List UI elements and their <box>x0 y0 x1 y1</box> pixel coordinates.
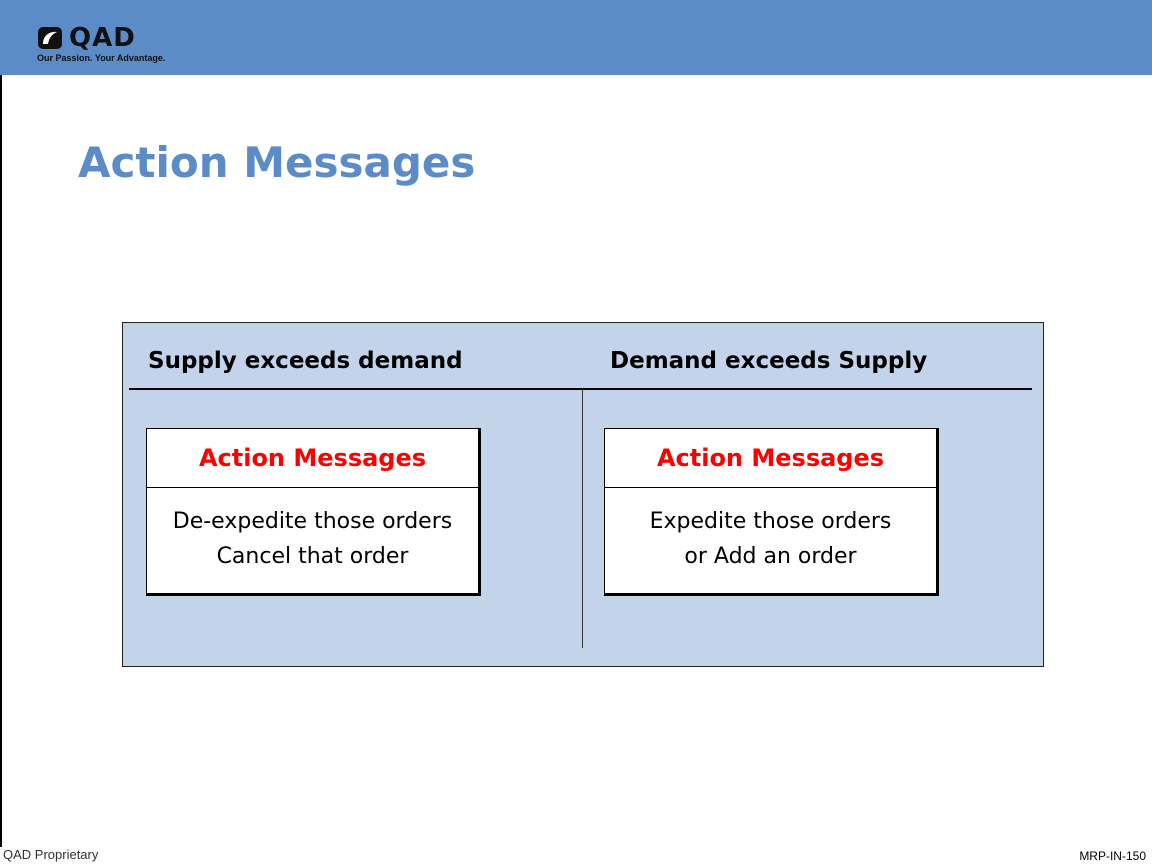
slide: QAD Our Passion. Your Advantage. Action … <box>0 0 1152 865</box>
header-bar: QAD Our Passion. Your Advantage. <box>0 0 1152 75</box>
left-border-rule <box>0 0 2 847</box>
action-messages-box-body: De-expedite those orders Cancel that ord… <box>147 488 478 574</box>
slide-title: Action Messages <box>78 138 476 187</box>
action-messages-box-supply: Action Messages De-expedite those orders… <box>146 428 481 596</box>
action-messages-box-demand: Action Messages Expedite those orders or… <box>604 428 939 596</box>
action-message-line: Cancel that order <box>216 544 409 569</box>
footer-slide-id: MRP-IN-150 <box>1079 849 1146 863</box>
action-messages-box-body: Expedite those orders or Add an order <box>605 488 936 574</box>
qad-logo: QAD Our Passion. Your Advantage. <box>37 23 187 70</box>
action-message-line: Expedite those orders <box>649 509 892 534</box>
column-heading-demand-exceeds-supply: Demand exceeds Supply <box>610 348 928 374</box>
action-message-line: or Add an order <box>684 544 857 569</box>
logo-wordmark: QAD <box>69 23 136 53</box>
column-divider <box>582 390 583 648</box>
column-heading-supply-exceeds-demand: Supply exceeds demand <box>148 348 463 374</box>
footer-proprietary-notice: QAD Proprietary <box>3 847 99 862</box>
action-messages-box-title: Action Messages <box>147 429 478 488</box>
action-message-line: De-expedite those orders <box>172 509 453 534</box>
logo-tagline: Our Passion. Your Advantage. <box>37 53 166 63</box>
heading-underline <box>129 388 1032 390</box>
qad-logo-icon <box>38 27 62 49</box>
comparison-panel: Supply exceeds demand Demand exceeds Sup… <box>122 322 1044 667</box>
action-messages-box-title: Action Messages <box>605 429 936 488</box>
